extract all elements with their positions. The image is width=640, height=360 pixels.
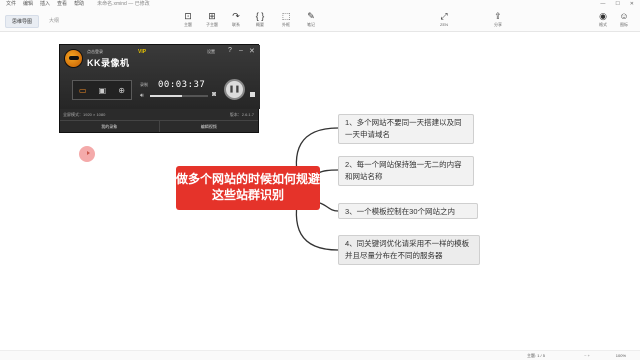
kk-minimize-icon[interactable]: – xyxy=(239,47,243,54)
kk-recorder-window[interactable]: 点击登录 VIP KK录像机 设置 ? – ✕ ▭ ▣ ⊕ 录制 00:03:3… xyxy=(59,44,260,133)
kk-login-link[interactable]: 点击登录 xyxy=(87,49,103,55)
kk-mode-selector: ▭ ▣ ⊕ xyxy=(72,80,132,100)
kk-logo-icon xyxy=(64,49,83,68)
kk-close-icon[interactable]: ✕ xyxy=(249,47,255,55)
kk-bottom-bar: 我的录象 编辑视频 xyxy=(60,120,258,132)
kk-volume-icon[interactable]: 🔊︎ xyxy=(140,93,144,100)
branch-topic-1[interactable]: 1、多个网站不要同一天搭建以及同一天申请域名 xyxy=(338,114,474,144)
kk-screen-mode-icon[interactable]: ▭ xyxy=(79,86,87,95)
kk-app-name: KK录像机 xyxy=(87,58,130,68)
cursor-highlight xyxy=(79,146,95,162)
kk-vip-badge[interactable]: VIP xyxy=(138,49,146,55)
kk-recording-label: 录制 xyxy=(140,82,148,87)
kk-pause-button[interactable]: ❚❚ xyxy=(224,79,245,100)
topic-count: 主题: 1 / 5 xyxy=(526,353,545,358)
central-topic[interactable]: 做多个网站的时候如何规避这些站群识别 xyxy=(176,166,320,210)
branch-topic-4[interactable]: 4、同关键词优化请采用不一样的模板并且尽量分布在不同的服务器 xyxy=(338,235,480,265)
zoom-controls[interactable]: − + xyxy=(584,351,590,360)
kk-monitor-mode-icon[interactable]: ▣ xyxy=(99,86,107,95)
kk-camera-icon[interactable]: ◙ xyxy=(212,91,216,98)
kk-version: 版本：2.6.1.7 xyxy=(229,112,254,117)
kk-timer: 00:03:37 xyxy=(158,80,206,90)
kk-help-icon[interactable]: ? xyxy=(228,47,232,54)
kk-my-videos-button[interactable]: 我的录象 xyxy=(60,121,159,132)
kk-stop-button[interactable] xyxy=(250,92,255,97)
kk-game-mode-icon[interactable]: ⊕ xyxy=(118,86,125,95)
status-bar: 主题: 1 / 5 − + 100% xyxy=(0,350,640,360)
kk-screen-mode-info: 全屏模式：1920 × 1080 xyxy=(63,112,106,117)
branch-topic-3[interactable]: 3、一个模板控制在30个网站之内 xyxy=(338,203,478,219)
kk-volume-fill xyxy=(150,95,182,97)
kk-volume-slider[interactable] xyxy=(150,95,208,97)
kk-edit-video-button[interactable]: 编辑视频 xyxy=(158,121,259,132)
kk-settings-button[interactable]: 设置 xyxy=(207,49,215,55)
zoom-level[interactable]: 100% xyxy=(616,351,626,360)
branch-topic-2[interactable]: 2、每一个网站保持独一无二的内容和网站名称 xyxy=(338,156,474,186)
